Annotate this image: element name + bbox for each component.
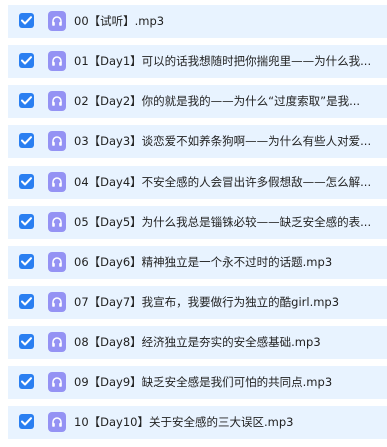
headphones-icon bbox=[48, 91, 66, 111]
checkmark-icon bbox=[21, 377, 32, 386]
file-row-05[interactable]: 05【Day5】为什么我总是锱铢必较——缺乏安全感的表... bbox=[8, 206, 387, 239]
checkmark-icon bbox=[21, 177, 32, 186]
headphones-icon bbox=[48, 212, 66, 232]
headphones-icon bbox=[48, 252, 66, 272]
checkmark-icon bbox=[21, 217, 32, 226]
file-name: 10【Day10】关于安全感的三大误区.mp3 bbox=[74, 415, 294, 429]
checkmark-icon bbox=[21, 337, 32, 346]
file-name: 09【Day9】缺乏安全感是我们可怕的共同点.mp3 bbox=[74, 375, 333, 389]
headphones-icon bbox=[48, 11, 66, 31]
file-row-07[interactable]: 07【Day7】我宣布，我要做行为独立的酷girl.mp3 bbox=[8, 286, 387, 319]
checkbox-checked[interactable] bbox=[19, 374, 34, 389]
file-row-06[interactable]: 06【Day6】精神独立是一个永不过时的话题.mp3 bbox=[8, 246, 387, 279]
headphones-icon bbox=[48, 412, 66, 432]
file-name: 03【Day3】谈恋爱不如养条狗啊——为什么有些人对爱... bbox=[74, 134, 372, 148]
checkbox-checked[interactable] bbox=[19, 334, 34, 349]
headphones-icon bbox=[48, 131, 66, 151]
headphones-icon bbox=[48, 172, 66, 192]
checkmark-icon bbox=[21, 257, 32, 266]
checkbox-checked[interactable] bbox=[19, 214, 34, 229]
file-list: 00【试听】.mp3 01【Day1】可以的话我想随时把你揣兜里——为什么我..… bbox=[0, 0, 387, 447]
file-row-04[interactable]: 04【Day4】不安全感的人会冒出许多假想敌——怎么解... bbox=[8, 166, 387, 199]
checkbox-checked[interactable] bbox=[19, 93, 34, 108]
file-name: 08【Day8】经济独立是夯实的安全感基础.mp3 bbox=[74, 335, 321, 349]
headphones-icon bbox=[48, 51, 66, 71]
checkmark-icon bbox=[21, 136, 32, 145]
headphones-icon bbox=[48, 372, 66, 392]
checkbox-checked[interactable] bbox=[19, 13, 34, 28]
file-row-09[interactable]: 09【Day9】缺乏安全感是我们可怕的共同点.mp3 bbox=[8, 366, 387, 399]
file-name: 01【Day1】可以的话我想随时把你揣兜里——为什么我... bbox=[74, 54, 372, 68]
file-row-03[interactable]: 03【Day3】谈恋爱不如养条狗啊——为什么有些人对爱... bbox=[8, 125, 387, 158]
file-name: 04【Day4】不安全感的人会冒出许多假想敌——怎么解... bbox=[74, 175, 372, 189]
file-row-02[interactable]: 02【Day2】你的就是我的——为什么“过度索取”是我... bbox=[8, 85, 387, 118]
headphones-icon bbox=[48, 332, 66, 352]
file-name: 06【Day6】精神独立是一个永不过时的话题.mp3 bbox=[74, 255, 333, 269]
checkbox-checked[interactable] bbox=[19, 414, 34, 429]
checkbox-checked[interactable] bbox=[19, 294, 34, 309]
checkbox-checked[interactable] bbox=[19, 174, 34, 189]
file-row-08[interactable]: 08【Day8】经济独立是夯实的安全感基础.mp3 bbox=[8, 326, 387, 359]
file-name: 00【试听】.mp3 bbox=[74, 14, 165, 28]
file-name: 05【Day5】为什么我总是锱铢必较——缺乏安全感的表... bbox=[74, 215, 372, 229]
checkmark-icon bbox=[21, 96, 32, 105]
file-row-01[interactable]: 01【Day1】可以的话我想随时把你揣兜里——为什么我... bbox=[8, 45, 387, 78]
checkmark-icon bbox=[21, 16, 32, 25]
file-name: 02【Day2】你的就是我的——为什么“过度索取”是我... bbox=[74, 94, 361, 108]
checkbox-checked[interactable] bbox=[19, 53, 34, 68]
file-row-00[interactable]: 00【试听】.mp3 bbox=[8, 5, 387, 38]
checkmark-icon bbox=[21, 297, 32, 306]
checkbox-checked[interactable] bbox=[19, 133, 34, 148]
checkbox-checked[interactable] bbox=[19, 254, 34, 269]
checkmark-icon bbox=[21, 417, 32, 426]
headphones-icon bbox=[48, 292, 66, 312]
checkmark-icon bbox=[21, 56, 32, 65]
file-name: 07【Day7】我宣布，我要做行为独立的酷girl.mp3 bbox=[74, 295, 340, 309]
file-row-10[interactable]: 10【Day10】关于安全感的三大误区.mp3 bbox=[8, 406, 387, 439]
